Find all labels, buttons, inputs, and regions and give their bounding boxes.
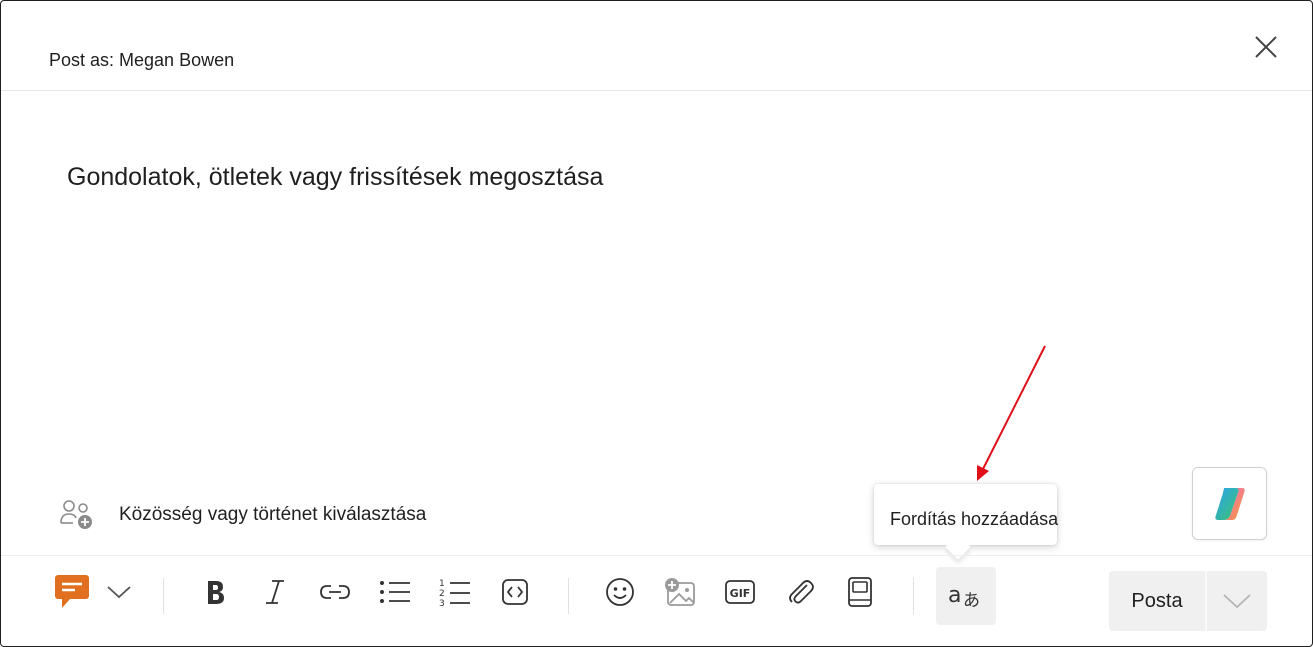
- svg-text:GIF: GIF: [730, 587, 751, 600]
- chevron-down-icon: [107, 586, 131, 599]
- post-dialog: Post as: Megan Bowen Gondolatok, ötletek…: [0, 0, 1313, 647]
- message-type-dropdown[interactable]: [99, 572, 139, 612]
- svg-text:1: 1: [439, 579, 445, 589]
- toolbar-divider: [568, 578, 569, 614]
- post-options-button[interactable]: [1207, 571, 1267, 631]
- image-add-icon: [665, 578, 695, 606]
- code-button[interactable]: [495, 572, 535, 612]
- dialog-header: Post as: Megan Bowen: [1, 1, 1312, 91]
- translate-icon: a あ: [948, 583, 980, 611]
- bold-button[interactable]: [195, 572, 235, 612]
- book-icon: [848, 577, 872, 607]
- svg-text:3: 3: [439, 599, 445, 607]
- post-split-button: Posta: [1109, 571, 1267, 631]
- bulleted-list-icon: [380, 581, 410, 603]
- community-label: Közösség vagy történet kiválasztása: [119, 504, 427, 525]
- italic-button[interactable]: [255, 572, 295, 612]
- bold-icon: [208, 581, 224, 604]
- translate-button[interactable]: a あ: [936, 567, 996, 625]
- message-type-icon: [55, 575, 89, 608]
- svg-text:2: 2: [439, 589, 445, 599]
- people-add-icon: [60, 500, 92, 529]
- image-button[interactable]: [660, 572, 700, 612]
- link-icon: [320, 585, 350, 599]
- tooltip-text: Fordítás hozzáadása: [890, 509, 1059, 529]
- toolbar-divider: [913, 578, 914, 614]
- close-button[interactable]: [1253, 34, 1279, 60]
- gif-button[interactable]: GIF: [720, 572, 760, 612]
- svg-text:a: a: [948, 583, 961, 608]
- post-as-label: Post as: Megan Bowen: [49, 50, 235, 70]
- bulleted-list-button[interactable]: [375, 572, 415, 612]
- numbered-list-icon: 1 2 3: [439, 579, 470, 607]
- italic-icon: [266, 580, 284, 604]
- attach-icon: [789, 580, 814, 604]
- chevron-down-icon: [1223, 594, 1251, 609]
- close-icon: [1255, 36, 1277, 58]
- gif-icon: GIF: [725, 580, 755, 604]
- emoji-icon: [606, 578, 634, 606]
- composer-area[interactable]: Gondolatok, ötletek vagy frissítések meg…: [1, 91, 1312, 555]
- composer-placeholder[interactable]: Gondolatok, ötletek vagy frissítések meg…: [67, 163, 603, 192]
- code-icon: [502, 579, 528, 605]
- svg-text:あ: あ: [963, 591, 980, 611]
- community-selector[interactable]: Közösség vagy történet kiválasztása: [59, 495, 426, 535]
- post-button[interactable]: Posta: [1109, 571, 1205, 631]
- numbered-list-button[interactable]: 1 2 3: [435, 572, 475, 612]
- emoji-button[interactable]: [600, 572, 640, 612]
- book-button[interactable]: [840, 572, 880, 612]
- copilot-button[interactable]: [1192, 467, 1267, 540]
- translate-tooltip: Fordítás hozzáadása: [874, 484, 1059, 545]
- message-type-button[interactable]: [53, 572, 93, 612]
- copilot-icon: [1214, 487, 1245, 520]
- composer-toolbar: 1 2 3 GIF a あ Posta: [1, 555, 1312, 646]
- attach-button[interactable]: [780, 572, 820, 612]
- toolbar-divider: [163, 578, 164, 614]
- link-button[interactable]: [315, 572, 355, 612]
